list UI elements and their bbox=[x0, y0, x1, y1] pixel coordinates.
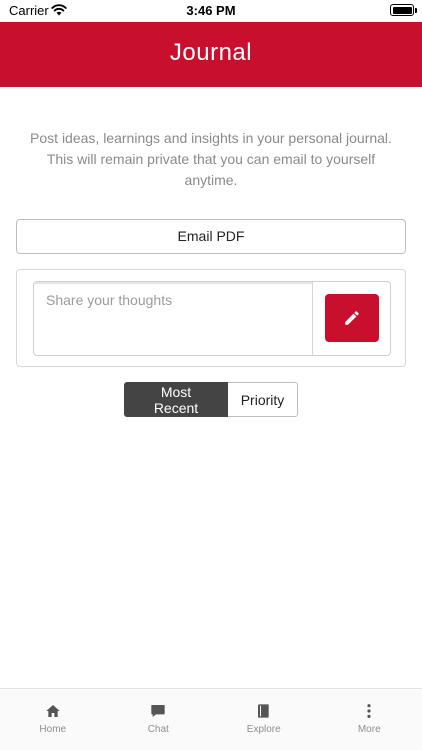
tab-chat[interactable]: Chat bbox=[106, 689, 212, 750]
app-header: Journal bbox=[0, 22, 422, 87]
book-icon bbox=[257, 704, 269, 718]
home-icon bbox=[46, 705, 60, 717]
post-entry-button[interactable] bbox=[325, 294, 379, 342]
sort-segmented-control: Most Recent Priority bbox=[124, 382, 298, 417]
thoughts-input[interactable] bbox=[34, 282, 312, 355]
tab-more-label: More bbox=[357, 724, 381, 735]
chat-icon bbox=[151, 705, 165, 717]
tab-home-label: Home bbox=[39, 724, 67, 735]
page-title: Journal bbox=[169, 39, 253, 66]
more-vertical-icon bbox=[367, 704, 371, 718]
intro-text: Post ideas, learnings and insights in yo… bbox=[30, 130, 392, 188]
tab-home[interactable]: Home bbox=[0, 689, 106, 750]
email-pdf-button[interactable]: Email PDF bbox=[16, 219, 406, 254]
compose-card bbox=[16, 269, 406, 367]
sort-most-recent[interactable]: Most Recent bbox=[124, 382, 228, 417]
pencil-icon bbox=[345, 311, 359, 325]
sort-priority[interactable]: Priority bbox=[228, 382, 298, 417]
status-time: 3:46 PM bbox=[186, 3, 236, 18]
bottom-tab-bar: Home Chat Explore More bbox=[0, 688, 422, 750]
tab-explore[interactable]: Explore bbox=[211, 689, 317, 750]
tab-explore-label: Explore bbox=[246, 724, 281, 735]
status-bar: Carrier 3:46 PM bbox=[0, 0, 422, 22]
battery-icon bbox=[390, 4, 417, 16]
compose-box bbox=[33, 281, 391, 356]
tab-chat-label: Chat bbox=[147, 724, 169, 735]
tab-more[interactable]: More bbox=[317, 689, 422, 750]
compose-divider bbox=[312, 282, 313, 355]
